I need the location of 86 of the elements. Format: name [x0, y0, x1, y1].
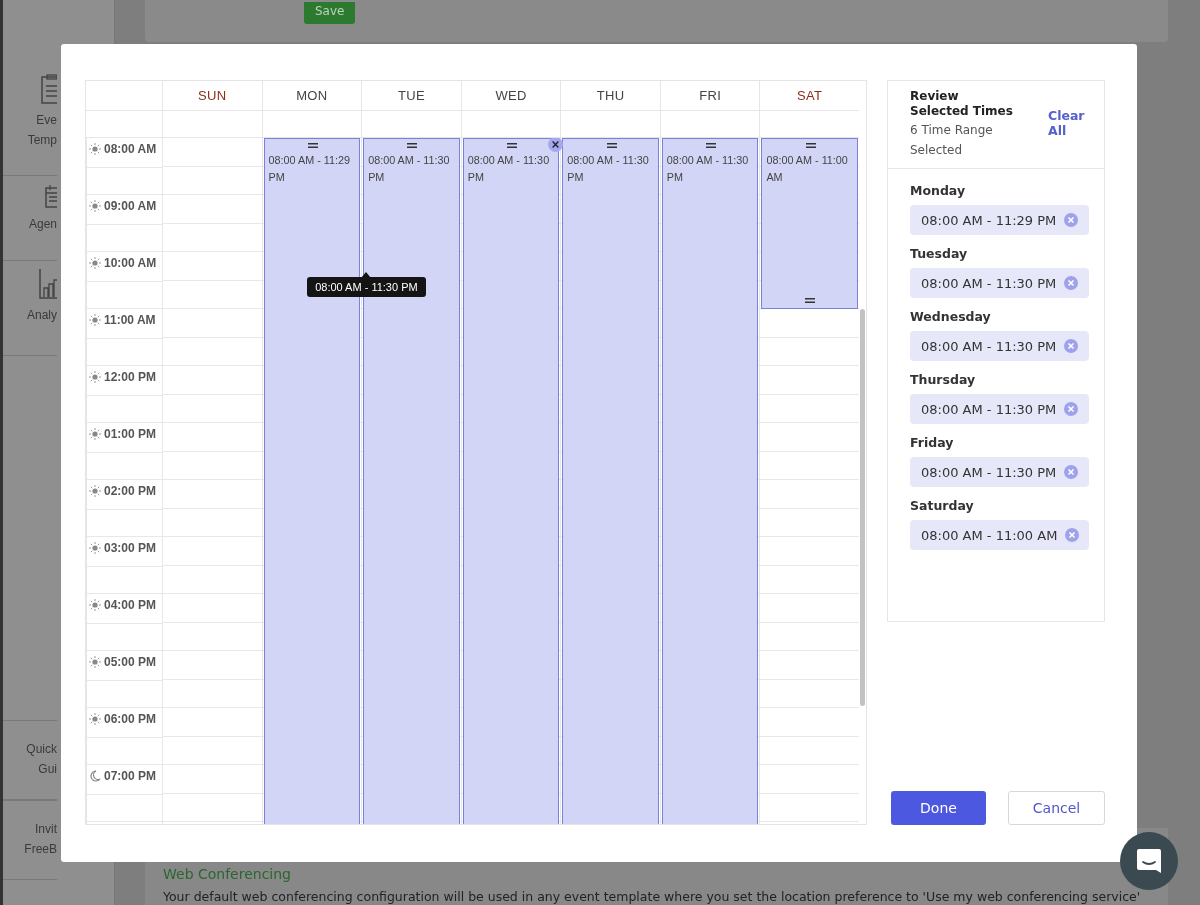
- sidebar-label[interactable]: Analy: [26, 305, 57, 325]
- drag-handle-icon[interactable]: [706, 143, 717, 148]
- day-header: TUE: [361, 81, 461, 111]
- time-range-label: 08:00 AM - 11:30 PM: [467, 153, 551, 185]
- done-button[interactable]: Done: [891, 791, 986, 825]
- time-range-chip: 08:00 AM - 11:30 PM: [910, 457, 1089, 487]
- time-label: 07:00 PM: [104, 769, 157, 783]
- time-range-label: 08:00 AM - 11:29 PM: [268, 153, 351, 185]
- scrollbar-thumb[interactable]: [860, 309, 865, 706]
- time-range-block[interactable]: 08:00 AM - 11:00 AM: [761, 138, 858, 309]
- sun-icon: [89, 713, 101, 725]
- sidebar-label[interactable]: Quick Gui: [26, 739, 57, 779]
- time-range-block[interactable]: 08:00 AM - 11:30 PM: [562, 138, 659, 824]
- time-range-chip: 08:00 AM - 11:30 PM: [910, 394, 1089, 424]
- clear-all-link[interactable]: Clear All: [1048, 108, 1094, 160]
- save-button[interactable]: Save: [304, 1, 356, 24]
- time-label: 03:00 PM: [104, 541, 157, 555]
- day-header: THU: [560, 81, 660, 111]
- time-label: 11:00 AM: [104, 313, 156, 327]
- day-header: WED: [460, 81, 561, 111]
- time-range-chip: 08:00 AM - 11:30 PM: [910, 268, 1089, 298]
- sun-icon: [89, 599, 101, 611]
- time-range-block[interactable]: 08:00 AM - 11:30 PM: [661, 138, 759, 824]
- sun-icon: [89, 656, 101, 668]
- time-range-chip: 08:00 AM - 11:30 PM: [910, 331, 1089, 361]
- time-range-label: 08:00 AM - 11:30 PM: [666, 153, 750, 185]
- moon-icon: [89, 770, 101, 782]
- day-label: Thursday: [910, 372, 977, 387]
- day-label: Saturday: [910, 498, 975, 513]
- chat-icon: [1135, 847, 1163, 875]
- remove-icon[interactable]: [1064, 276, 1079, 290]
- sun-icon: [89, 143, 101, 155]
- time-label: 08:00 AM: [104, 142, 157, 156]
- time-range-label: 08:00 AM - 11:00 AM: [766, 153, 849, 185]
- sun-icon: [89, 200, 101, 212]
- bar-chart-icon: [39, 269, 57, 299]
- time-range-chip: 08:00 AM - 11:00 AM: [910, 520, 1089, 550]
- sun-icon: [89, 314, 101, 326]
- time-label: 01:00 PM: [104, 427, 157, 441]
- sidebar-label[interactable]: Eve Temp: [27, 110, 57, 150]
- remove-icon[interactable]: [1064, 465, 1079, 479]
- sun-icon: [89, 371, 101, 383]
- cancel-button[interactable]: Cancel: [1008, 791, 1105, 825]
- sidebar-label[interactable]: Invit FreeB: [24, 819, 57, 859]
- calendar-icon: [45, 184, 57, 208]
- day-label: Friday: [910, 435, 955, 450]
- time-label: 09:00 AM: [104, 199, 157, 213]
- selection-count: 6 Time Range Selected: [910, 122, 994, 159]
- day-label: Wednesday: [910, 309, 992, 324]
- drag-handle-icon[interactable]: [804, 298, 815, 303]
- remove-icon[interactable]: [1064, 213, 1079, 227]
- clipboard-icon: [41, 74, 57, 104]
- remove-icon[interactable]: [1065, 528, 1080, 542]
- time-label: 06:00 PM: [104, 712, 157, 726]
- time-label: 10:00 AM: [104, 256, 157, 270]
- day-header: SAT: [759, 81, 859, 111]
- panel-title: Review Selected Times: [910, 89, 1014, 119]
- day-header: FRI: [659, 81, 760, 111]
- remove-icon[interactable]: [1064, 402, 1079, 416]
- section-description: Your default web conferencing configuration will be used in any event template where you set the location preference to 'Use my web conferencing service': [163, 889, 1142, 905]
- time-label: 04:00 PM: [104, 598, 157, 612]
- sun-icon: [89, 257, 101, 269]
- sidebar-label[interactable]: Agen: [28, 214, 57, 234]
- all-day-cell[interactable]: [162, 111, 262, 138]
- time-label: 05:00 PM: [104, 655, 157, 669]
- time-range-label: 08:00 AM - 11:30 PM: [368, 153, 451, 185]
- time-range-block[interactable]: 08:00 AM - 11:30 PM: [462, 138, 560, 824]
- sun-icon: [89, 542, 101, 554]
- sun-icon: [89, 428, 101, 440]
- delete-icon[interactable]: [548, 138, 564, 152]
- sun-icon: [89, 485, 101, 497]
- day-header: MON: [261, 81, 362, 111]
- section-title: Web Conferencing: [163, 866, 292, 883]
- time-range-label: 08:00 AM - 11:30 PM: [567, 153, 650, 185]
- day-label: Tuesday: [910, 246, 969, 261]
- day-header: SUN: [162, 81, 262, 111]
- drag-handle-icon[interactable]: [507, 143, 517, 148]
- time-range-chip: 08:00 AM - 11:29 PM: [910, 205, 1089, 235]
- drag-handle-icon[interactable]: [805, 143, 816, 148]
- time-label: 12:00 PM: [104, 370, 157, 384]
- day-label: Monday: [910, 183, 967, 198]
- drag-handle-icon[interactable]: [407, 143, 418, 148]
- drag-handle-icon[interactable]: [606, 143, 617, 148]
- remove-icon[interactable]: [1064, 339, 1079, 353]
- drag-handle-icon[interactable]: [307, 143, 318, 148]
- time-label: 02:00 PM: [104, 484, 157, 498]
